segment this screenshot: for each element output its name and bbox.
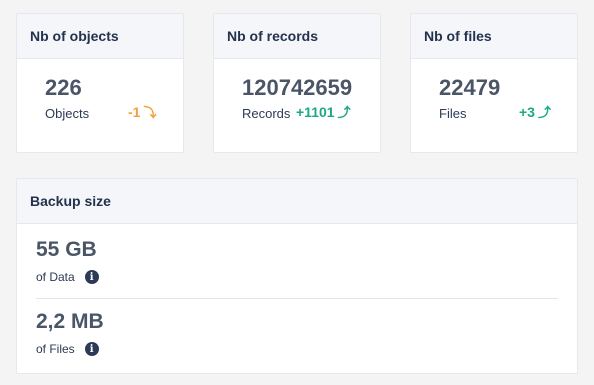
objects-count: 226: [45, 75, 82, 100]
objects-delta: -1 ⤵: [128, 104, 156, 120]
files-card-title: Nb of files: [411, 14, 577, 59]
records-card-body: 120742659 Records +1101 ⤴: [214, 59, 380, 152]
backup-files-block: 2,2 MB of Files i: [36, 310, 104, 356]
objects-card-body: 226 Objects -1 ⤵: [17, 59, 183, 152]
arrow-up-icon: ⤴: [337, 104, 351, 120]
files-card-body: 22479 Files +3 ⤴: [411, 59, 577, 152]
divider: [36, 298, 558, 299]
info-icon[interactable]: i: [84, 342, 99, 356]
records-delta-value: +1101: [296, 104, 335, 120]
records-delta: +1101 ⤴: [296, 104, 351, 120]
files-delta-value: +3: [519, 104, 535, 120]
backup-size-card: Backup size 55 GB of Data i 2,2 MB of Fi…: [16, 178, 578, 374]
arrow-down-icon: ⤵: [143, 104, 157, 120]
objects-label: Objects: [45, 106, 90, 121]
objects-delta-value: -1: [128, 104, 141, 120]
files-count: 22479: [439, 75, 501, 100]
backup-size-title: Backup size: [17, 179, 577, 224]
backup-files-value: 2,2 MB: [36, 310, 104, 333]
files-label: Files: [439, 106, 467, 121]
info-icon[interactable]: i: [84, 270, 99, 284]
records-count: 120742659: [242, 75, 353, 100]
backup-data-block: 55 GB of Data i: [36, 238, 99, 284]
backup-files-label: of Files: [36, 342, 75, 356]
records-label: Records: [242, 106, 291, 121]
files-card: Nb of files 22479 Files +3 ⤴: [410, 13, 578, 153]
records-card-title: Nb of records: [214, 14, 380, 59]
objects-card-title: Nb of objects: [17, 14, 183, 59]
backup-data-value: 55 GB: [36, 238, 97, 261]
arrow-up-icon: ⤴: [537, 104, 551, 120]
backup-size-body: 55 GB of Data i 2,2 MB of Files i: [17, 224, 577, 373]
objects-card: Nb of objects 226 Objects -1 ⤵: [16, 13, 184, 153]
backup-data-label: of Data: [36, 270, 75, 284]
records-card: Nb of records 120742659 Records +1101 ⤴: [213, 13, 381, 153]
files-delta: +3 ⤴: [519, 104, 551, 120]
